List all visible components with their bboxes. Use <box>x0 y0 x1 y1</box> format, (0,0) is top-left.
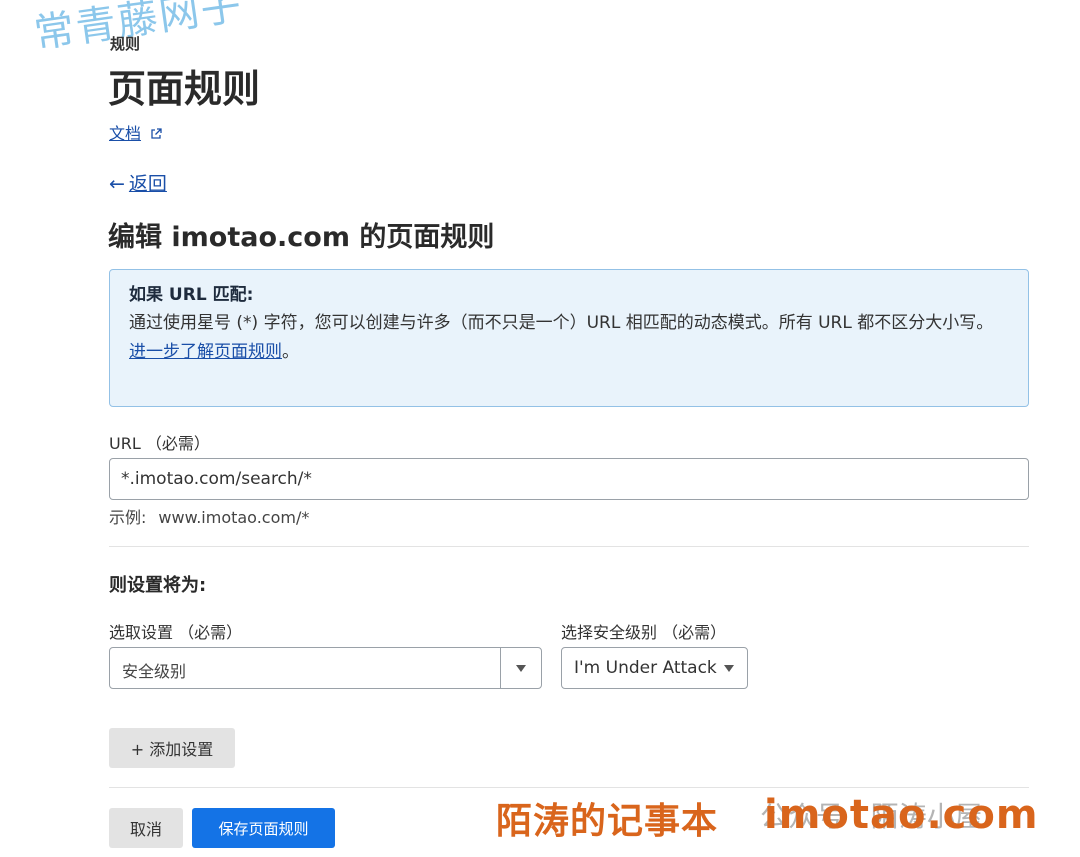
security-level-select[interactable]: I'm Under Attack <box>561 647 748 689</box>
docs-link-label[interactable]: 文档 <box>109 124 141 143</box>
setting-select-label: 选取设置 （必需） <box>109 623 243 642</box>
section-title: 编辑 imotao.com 的页面规则 <box>108 222 495 253</box>
divider <box>109 787 1029 788</box>
divider <box>109 546 1029 547</box>
docs-link[interactable]: 文档 <box>109 120 162 144</box>
caret-down-icon <box>516 664 526 672</box>
security-level-label: 选择安全级别 （必需） <box>561 623 727 642</box>
setting-select[interactable]: 安全级别 <box>109 647 542 689</box>
learn-more-link-label[interactable]: 进一步了解页面规则 <box>129 342 282 362</box>
url-example: 示例: www.imotao.com/* <box>109 504 309 528</box>
back-link[interactable]: ← 返回 <box>109 169 167 196</box>
learn-more-link[interactable]: 进一步了解页面规则。 <box>129 338 1008 366</box>
url-match-info-box: 如果 URL 匹配: 通过使用星号 (*) 字符，您可以创建与许多（而不只是一个… <box>109 269 1029 407</box>
external-link-icon <box>146 128 162 143</box>
watermark-site: imotao.com <box>764 792 1039 838</box>
page-rules-edit-page: 常青藤网子 规则 页面规则 文档 ← 返回 编辑 imotao.com 的页面规则… <box>0 0 1080 857</box>
info-heading: 如果 URL 匹配: <box>129 285 254 305</box>
settings-heading: 则设置将为: <box>109 575 207 596</box>
caret-down-icon <box>724 665 734 672</box>
watermark-brand: 陌涛的记事本 <box>496 801 719 842</box>
setting-select-toggle[interactable] <box>500 648 541 688</box>
url-example-value: www.imotao.com/* <box>158 508 310 527</box>
url-input[interactable] <box>109 458 1029 500</box>
setting-select-value: 安全级别 <box>122 662 187 681</box>
security-level-value: I'm Under Attack <box>574 658 717 678</box>
page-title: 页面规则 <box>108 67 261 111</box>
back-arrow-icon: ← <box>109 173 125 195</box>
back-link-label[interactable]: 返回 <box>129 173 167 195</box>
url-field-label: URL （必需） <box>109 434 210 453</box>
add-setting-button[interactable]: + 添加设置 <box>109 728 235 768</box>
learn-more-suffix: 。 <box>282 342 299 362</box>
cancel-button[interactable]: 取消 <box>109 808 183 848</box>
breadcrumb[interactable]: 规则 <box>110 33 140 54</box>
save-page-rule-button[interactable]: 保存页面规则 <box>192 808 335 848</box>
info-body: 通过使用星号 (*) 字符，您可以创建与许多（而不只是一个）URL 相匹配的动态… <box>129 313 994 333</box>
url-example-label: 示例: <box>109 508 147 527</box>
